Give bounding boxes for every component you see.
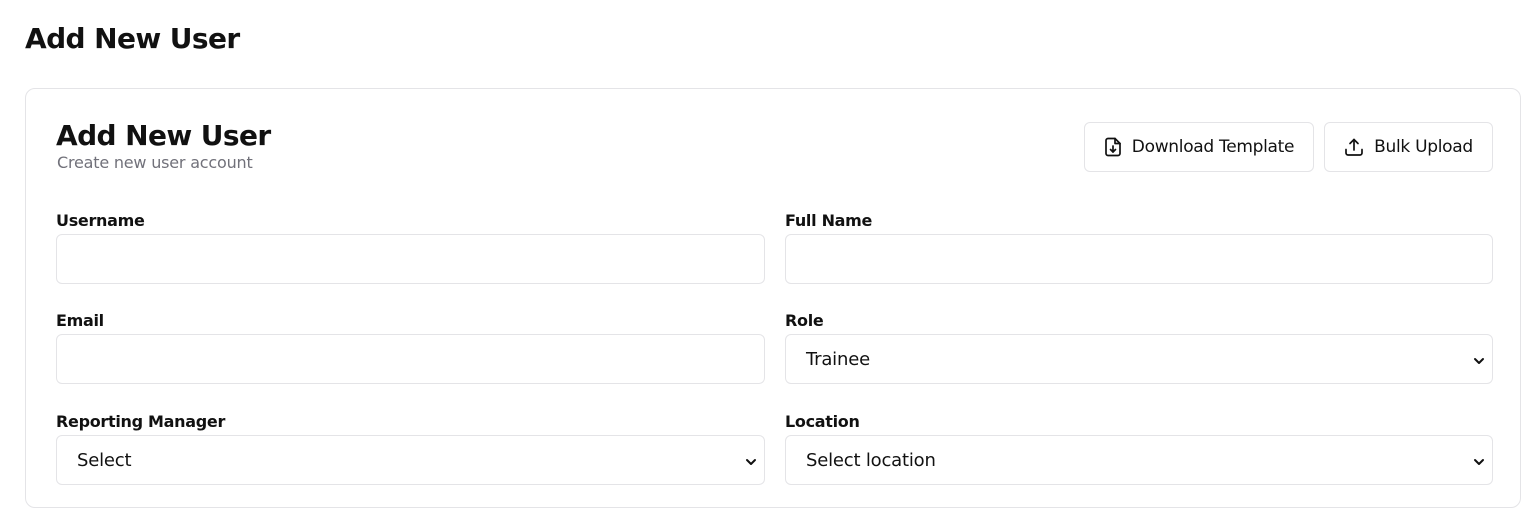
email-label: Email [56, 311, 104, 330]
file-download-icon [1104, 137, 1122, 157]
role-select[interactable]: Trainee [785, 334, 1493, 384]
download-template-button[interactable]: Download Template [1084, 122, 1314, 172]
add-user-card: Add New User Create new user account Dow… [25, 88, 1521, 508]
full-name-label: Full Name [785, 211, 873, 230]
card-subtitle: Create new user account [57, 153, 253, 172]
username-label: Username [56, 211, 145, 230]
reporting-manager-select[interactable]: Select [56, 435, 765, 485]
username-input[interactable] [56, 234, 765, 284]
location-label: Location [785, 412, 860, 431]
bulk-upload-label: Bulk Upload [1374, 137, 1473, 157]
chevron-down-icon [1472, 353, 1486, 372]
full-name-input[interactable] [785, 234, 1493, 284]
upload-icon [1344, 137, 1364, 157]
role-selected-value: Trainee [806, 348, 870, 370]
email-input[interactable] [56, 334, 765, 384]
download-template-label: Download Template [1131, 137, 1295, 157]
reporting-manager-selected-value: Select [77, 449, 132, 471]
chevron-down-icon [1472, 454, 1486, 473]
card-title: Add New User [56, 119, 271, 152]
reporting-manager-label: Reporting Manager [56, 412, 226, 431]
chevron-down-icon [744, 454, 758, 473]
page-title: Add New User [25, 22, 240, 55]
location-select[interactable]: Select location [785, 435, 1493, 485]
bulk-upload-button[interactable]: Bulk Upload [1324, 122, 1493, 172]
role-label: Role [785, 311, 824, 330]
location-selected-value: Select location [806, 449, 936, 471]
